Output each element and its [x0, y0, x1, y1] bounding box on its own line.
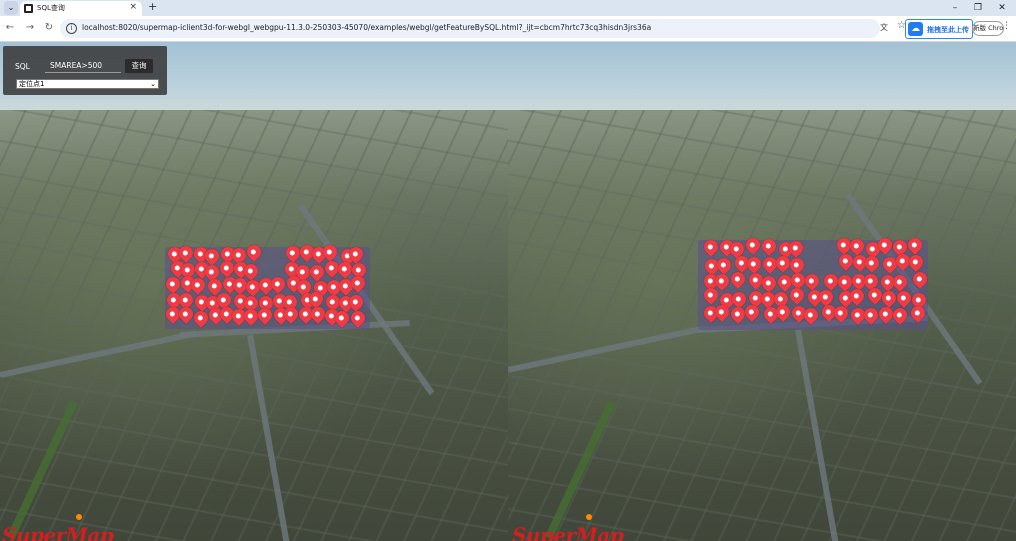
supermap-logo: SuperMap	[2, 523, 114, 541]
location-select-value: 定位点1	[19, 80, 45, 88]
logo-dot	[586, 514, 592, 520]
browser-tab-active[interactable]: SQL查询 ×	[20, 1, 142, 16]
tab-favicon-icon	[24, 4, 33, 13]
scene-left-eye[interactable]: SuperMap	[0, 42, 508, 541]
new-tab-button[interactable]: +	[148, 0, 157, 13]
chevron-down-icon: ⌄	[150, 80, 156, 88]
sql-query-input[interactable]	[45, 59, 121, 73]
logo-dot	[76, 514, 82, 520]
reload-icon[interactable]: ↻	[42, 21, 56, 35]
tab-close-icon[interactable]: ×	[129, 2, 137, 12]
sql-query-panel: SQL 查询 定位点1 ⌄	[3, 46, 167, 95]
map-viewport[interactable]: SuperMap SuperMap	[0, 42, 1016, 541]
upload-extension-label: 拖拽至此上传	[927, 26, 969, 34]
location-select[interactable]: 定位点1 ⌄	[16, 79, 159, 89]
window-minimize-button[interactable]: –	[945, 1, 965, 15]
query-button[interactable]: 查询	[124, 58, 154, 74]
tab-title: SQL查询	[37, 4, 65, 12]
sky	[508, 42, 1016, 110]
info-icon[interactable]: i	[66, 23, 77, 34]
url-text[interactable]: localhost:8020/supermap-iclient3d-for-we…	[82, 23, 651, 32]
kebab-menu-icon[interactable]: ⋮	[1002, 21, 1011, 31]
browser-tabstrip: ⌄ SQL查询 × + – ❐ ✕	[0, 0, 1016, 16]
upload-extension-button[interactable]: ☁ 拖拽至此上传	[905, 19, 973, 39]
translate-icon[interactable]: 文	[880, 22, 892, 34]
chrome-update-button[interactable]: 新版 Chrome 可更新	[972, 21, 1004, 36]
window-close-button[interactable]: ✕	[992, 1, 1012, 15]
tab-search-chevron-icon[interactable]: ⌄	[4, 1, 18, 15]
window-maximize-button[interactable]: ❐	[968, 1, 988, 15]
cloud-upload-icon: ☁	[908, 22, 923, 36]
forward-arrow-icon[interactable]: →	[23, 21, 37, 35]
scene-right-eye[interactable]: SuperMap	[508, 42, 1016, 541]
address-bar[interactable]: i localhost:8020/supermap-iclient3d-for-…	[60, 19, 880, 38]
browser-navbar: ← → ↻ i localhost:8020/supermap-iclient3…	[0, 16, 1016, 42]
back-arrow-icon[interactable]: ←	[3, 21, 17, 35]
supermap-logo: SuperMap	[512, 523, 624, 541]
sql-label: SQL	[15, 62, 30, 71]
